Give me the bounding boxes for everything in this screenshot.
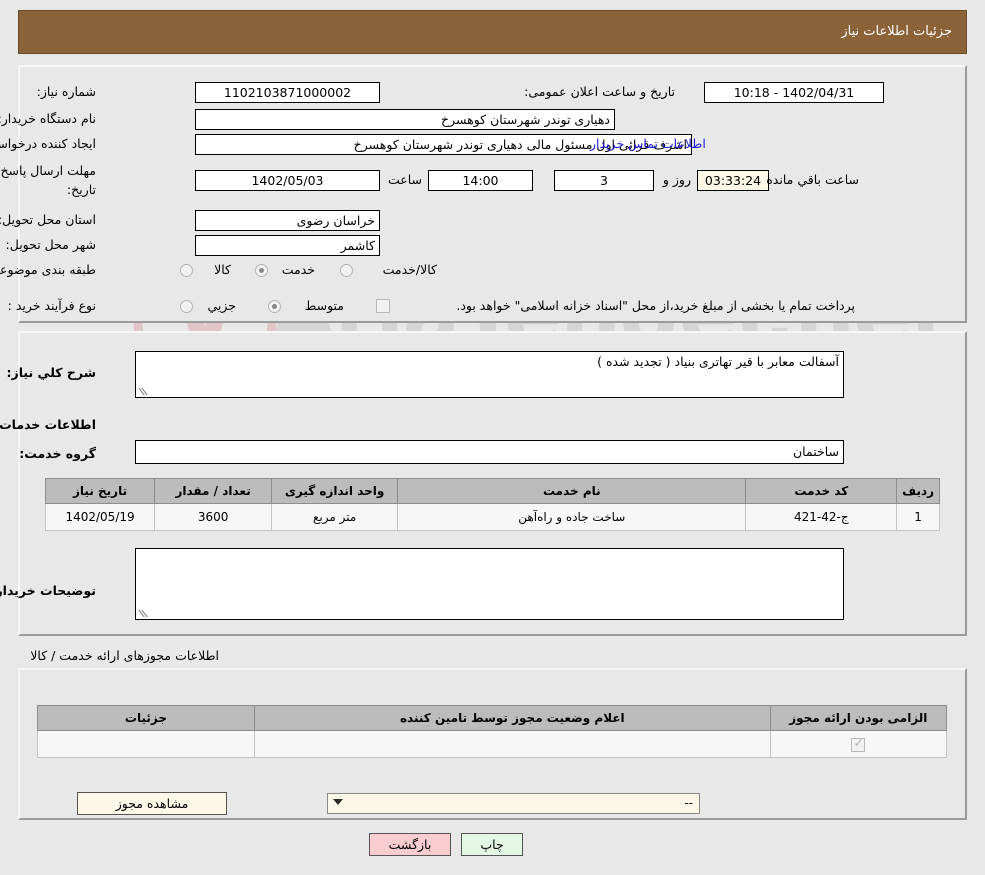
treasury-bond-note: پرداخت تمام یا بخشی از مبلغ خرید،از محل … <box>456 298 855 313</box>
general-desc-label: شرح کلي نیاز: <box>6 365 96 380</box>
need-number-value: 1102103871000002 <box>195 82 380 103</box>
cell-unit: متر مربع <box>271 503 399 531</box>
process-radio-motevaset[interactable] <box>268 300 281 313</box>
permits-table-header-row: الزامی بودن ارائه مجوز اعلام وضعیت مجوز … <box>37 705 948 731</box>
table-row[interactable] <box>37 730 948 758</box>
col-qty: تعداد / مقدار <box>154 478 273 504</box>
remaining-days-value: 3 <box>554 170 654 191</box>
process-label: نوع فرآیند خرید : <box>7 298 96 313</box>
back-button[interactable]: بازگشت <box>369 833 451 856</box>
col-permit-status: اعلام وضعیت مجوز توسط تامین کننده <box>253 705 771 731</box>
services-section-title: اطلاعات خدمات مورد نیاز <box>0 417 96 432</box>
need-number-label: شماره نیاز: <box>36 84 96 99</box>
category-label: طبقه بندی موضوعی: <box>0 262 96 277</box>
city-value: کاشمر <box>195 235 380 256</box>
page-root: AriaTender.net جزئیات اطلاعات نیاز شماره… <box>0 0 985 875</box>
process-radio-jozii[interactable] <box>180 300 193 313</box>
print-button[interactable]: چاپ <box>461 833 523 856</box>
general-desc-textarea[interactable]: آسفالت معابر با قیر تهاتری بنیاد ( تجدید… <box>135 351 844 398</box>
category-option-khedmat-label: خدمت <box>281 262 315 277</box>
permits-table: الزامی بودن ارائه مجوز اعلام وضعیت مجوز … <box>37 705 948 758</box>
countdown-label: ساعت باقي مانده <box>766 172 859 187</box>
category-radio-kala-khedmat[interactable] <box>340 264 353 277</box>
permit-required-checkbox <box>851 736 866 752</box>
cell-required-permit <box>769 730 948 758</box>
public-announce-value: 1402/04/31 - 10:18 <box>704 82 884 103</box>
city-label: شهر محل تحویل: <box>5 237 96 252</box>
deadline-label-line2: تاریخ: <box>66 182 96 197</box>
cell-date: 1402/05/19 <box>44 503 156 531</box>
creator-label: ایجاد کننده درخواست: <box>0 136 96 151</box>
col-name: نام خدمت <box>397 478 747 504</box>
countdown-value: 03:33:24 <box>697 170 769 191</box>
general-desc-value: آسفالت معابر با قیر تهاتری بنیاد ( تجدید… <box>597 354 839 369</box>
province-value: خراسان رضوی <box>195 210 380 231</box>
deadline-hour-value: 14:00 <box>428 170 533 191</box>
category-radio-kala[interactable] <box>180 264 193 277</box>
col-required-permit: الزامی بودن ارائه مجوز <box>769 705 948 731</box>
permits-section-title: اطلاعات مجوزهای ارائه خدمت / کالا <box>30 648 219 663</box>
public-announce-label: تاریخ و ساعت اعلان عمومی: <box>524 84 675 99</box>
view-permit-button[interactable]: مشاهده مجوز <box>77 792 227 815</box>
process-option-motevaset-label: متوسط <box>304 298 344 313</box>
deadline-date-value: 1402/05/03 <box>195 170 380 191</box>
cell-details <box>37 730 255 758</box>
services-table: ردیف کد خدمت نام خدمت واحد اندازه گیری ت… <box>44 478 940 531</box>
deadline-label-line1: مهلت ارسال پاسخ: تا <box>0 163 96 178</box>
cell-code: ج-42-421 <box>745 503 898 531</box>
category-option-kala-khedmat-label: کالا/خدمت <box>382 262 437 277</box>
resize-grip-icon[interactable] <box>138 609 148 619</box>
service-group-label: گروه خدمت: <box>19 446 96 461</box>
treasury-bond-checkbox[interactable] <box>376 299 390 313</box>
province-label: استان محل تحویل: <box>0 212 96 227</box>
page-title: جزئیات اطلاعات نیاز <box>841 24 952 39</box>
buyer-contact-link[interactable]: اطلاعات تماس خریدار <box>590 136 706 151</box>
cell-permit-status <box>253 730 771 758</box>
buyer-notes-textarea[interactable] <box>135 548 844 620</box>
buyer-notes-label: توضیحات خریدار: <box>0 583 96 598</box>
cell-row: 1 <box>896 503 940 531</box>
cell-qty: 3600 <box>154 503 273 531</box>
col-date: تاریخ نیاز <box>44 478 156 504</box>
col-unit: واحد اندازه گیری <box>271 478 399 504</box>
chevron-down-icon <box>333 799 343 805</box>
buyer-org-value: دهیاری توندر شهرستان کوهسرخ <box>195 109 615 130</box>
permit-status-select[interactable]: -- <box>327 793 700 814</box>
category-radio-khedmat[interactable] <box>255 264 268 277</box>
window-title-bar: جزئیات اطلاعات نیاز <box>18 10 967 54</box>
need-info-panel <box>18 65 967 323</box>
process-option-jozii-label: جزیي <box>207 298 236 313</box>
services-table-header-row: ردیف کد خدمت نام خدمت واحد اندازه گیری ت… <box>44 478 940 504</box>
remaining-days-label: روز و <box>662 172 691 187</box>
col-details: جزئیات <box>37 705 255 731</box>
table-row[interactable]: 1 ج-42-421 ساخت جاده و راه‌آهن متر مربع … <box>44 503 940 531</box>
buyer-org-label: نام دستگاه خریدار: <box>0 111 96 126</box>
deadline-hour-label: ساعت <box>387 172 422 187</box>
col-row: ردیف <box>896 478 940 504</box>
service-group-value: ساختمان <box>135 440 844 464</box>
category-option-kala-label: کالا <box>214 262 231 277</box>
cell-name: ساخت جاده و راه‌آهن <box>397 503 747 531</box>
col-code: کد خدمت <box>745 478 898 504</box>
permit-status-value: -- <box>684 796 693 810</box>
resize-grip-icon[interactable] <box>138 387 148 397</box>
